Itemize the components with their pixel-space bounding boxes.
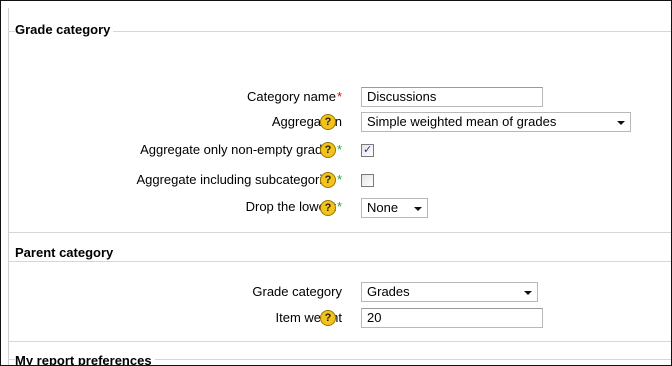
chevron-down-icon — [414, 207, 422, 211]
aggregate-including-subcategories-label-text: Aggregate including subcategories — [136, 172, 336, 187]
advanced-marker: * — [336, 142, 342, 157]
chevron-down-icon — [524, 291, 532, 295]
help-icon[interactable]: ? — [320, 310, 336, 326]
checkmark-icon: ✓ — [363, 144, 373, 156]
fieldset-border — [8, 8, 9, 365]
parent-category-section-divider — [8, 261, 671, 262]
category-name-input[interactable]: Discussions — [361, 87, 543, 107]
drop-lowest-select[interactable]: None — [361, 198, 428, 218]
aggregation-select[interactable]: Simple weighted mean of grades — [361, 112, 631, 132]
form-frame: Grade category Category name* Discussion… — [0, 0, 672, 366]
aggregate-only-nonempty-label-text: Aggregate only non-empty grades — [140, 142, 336, 157]
aggregate-only-nonempty-label: Aggregate only non-empty grades* — [140, 142, 342, 158]
help-icon[interactable]: ? — [320, 142, 336, 158]
item-weight-input[interactable]: 20 — [361, 308, 543, 328]
category-name-label-text: Category name — [247, 89, 336, 104]
category-name-label: Category name* — [247, 89, 342, 105]
my-report-preferences-section-top-border — [8, 341, 671, 342]
help-icon[interactable]: ? — [320, 172, 336, 188]
advanced-marker: * — [336, 172, 342, 187]
parent-category-section-top-border — [8, 232, 671, 233]
grade-category-select[interactable]: Grades — [361, 282, 538, 302]
grade-category-legend: Grade category — [15, 22, 114, 37]
required-marker: * — [336, 89, 342, 104]
aggregate-including-subcategories-checkbox[interactable] — [361, 174, 374, 187]
grade-category-selected-value: Grades — [367, 284, 410, 299]
chevron-down-icon — [617, 121, 625, 125]
parent-category-legend: Parent category — [15, 245, 117, 260]
advanced-marker: * — [336, 199, 342, 214]
aggregate-including-subcategories-label: Aggregate including subcategories* — [136, 172, 342, 188]
aggregation-selected-value: Simple weighted mean of grades — [367, 114, 557, 129]
help-icon[interactable]: ? — [320, 114, 336, 130]
drop-lowest-selected-value: None — [367, 200, 399, 215]
grade-category-label: Grade category — [252, 284, 342, 299]
aggregate-only-nonempty-checkbox[interactable]: ✓ — [361, 144, 374, 157]
help-icon[interactable]: ? — [320, 200, 336, 216]
my-report-preferences-legend: My report preferences — [15, 353, 155, 365]
